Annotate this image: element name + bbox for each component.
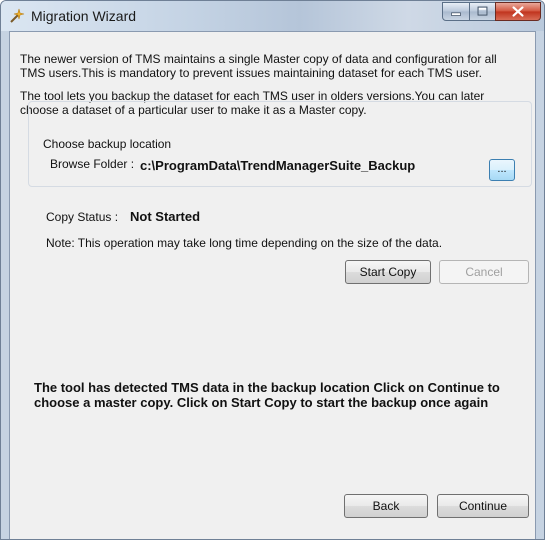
cancel-button[interactable]: Cancel [439, 260, 529, 284]
copy-status-value: Not Started [130, 209, 201, 224]
window-title: Migration Wizard [31, 8, 137, 24]
detection-message: The tool has detected TMS data in the ba… [34, 380, 500, 410]
backup-location-legend: Choose backup location [40, 137, 175, 151]
title-bar[interactable]: Migration Wizard [1, 1, 544, 31]
operation-note: Note: This operation may take long time … [46, 236, 443, 250]
start-copy-button[interactable]: Start Copy [345, 260, 431, 284]
close-icon [512, 6, 524, 17]
close-button[interactable] [495, 2, 541, 21]
backup-folder-path: c:\ProgramData\TrendManagerSuite_Backup [140, 158, 416, 173]
minimize-button[interactable] [442, 2, 470, 21]
browse-folder-button[interactable]: ... [489, 159, 515, 181]
maximize-button[interactable] [469, 2, 496, 21]
continue-button[interactable]: Continue [437, 494, 529, 518]
maximize-icon [477, 6, 488, 16]
intro-paragraph-1: The newer version of TMS maintains a sin… [20, 52, 497, 80]
back-button[interactable]: Back [344, 494, 428, 518]
wizard-icon [9, 8, 25, 24]
browse-folder-label: Browse Folder : [50, 157, 135, 171]
copy-status-label: Copy Status : [46, 210, 119, 224]
minimize-icon [451, 12, 461, 16]
